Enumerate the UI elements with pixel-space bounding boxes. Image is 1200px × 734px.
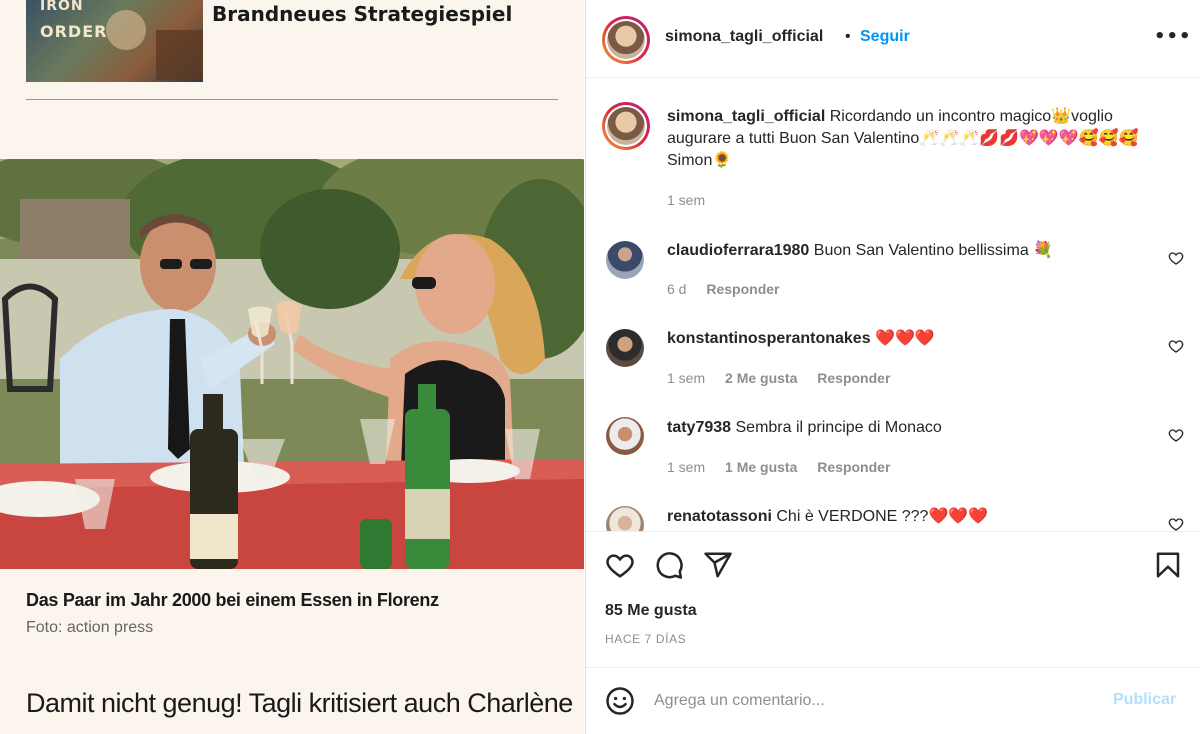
comment-likes[interactable]: 1 Me gusta — [725, 459, 797, 475]
photo-illustration — [0, 159, 584, 569]
bookmark-icon[interactable] — [1153, 550, 1183, 580]
thumb-text: IRON — [40, 0, 84, 14]
post-caption: simona_tagli_official Ricordando un inco… — [667, 106, 1167, 172]
comment-body: Sembra il principe di Monaco — [735, 419, 942, 436]
avatar — [607, 21, 645, 59]
comment-like-heart-icon[interactable] — [1168, 250, 1184, 266]
instagram-post-panel: simona_tagli_official • Seguir ••• simon… — [585, 0, 1200, 734]
comment-reply-button[interactable]: Responder — [817, 370, 890, 386]
post-actions: 85 Me gusta HACE 7 DÍAS — [586, 531, 1200, 667]
comment-text: claudioferrara1980 Buon San Valentino be… — [667, 240, 1053, 262]
heart-icon[interactable] — [605, 550, 635, 580]
comment-avatar[interactable] — [606, 417, 644, 455]
article-panel: IRON ORDER Brandneues Strategiespiel Das… — [0, 0, 584, 734]
comment-meta: 1 sem 2 Me gusta Responder — [667, 370, 906, 386]
comment-meta: 6 d Responder — [667, 281, 795, 297]
comment-body: Chi è VERDONE ???❤️❤️❤️ — [776, 508, 989, 525]
comment-reply-button[interactable]: Responder — [706, 281, 779, 297]
comment-like-heart-icon[interactable] — [1168, 338, 1184, 354]
article-photo — [0, 159, 584, 569]
caption-username[interactable]: simona_tagli_official — [667, 108, 825, 125]
caption-meta: 1 sem — [667, 192, 721, 208]
photo-caption: Das Paar im Jahr 2000 bei einem Essen in… — [26, 590, 439, 610]
comment-body: Buon San Valentino bellissima 💐 — [813, 242, 1054, 259]
comment-username[interactable]: claudioferrara1980 — [667, 242, 809, 259]
post-header: simona_tagli_official • Seguir ••• — [586, 0, 1200, 78]
comment-username[interactable]: taty7938 — [667, 419, 731, 436]
publish-button[interactable]: Publicar — [1113, 691, 1176, 709]
teaser-thumbnail[interactable]: IRON ORDER — [26, 0, 203, 82]
comment-time[interactable]: 1 sem — [667, 459, 705, 475]
comment-avatar[interactable] — [606, 506, 644, 531]
thumb-shape — [156, 30, 203, 80]
comment-avatar[interactable] — [606, 241, 644, 279]
comment-composer: Publicar — [586, 667, 1200, 734]
author-username[interactable]: simona_tagli_official — [665, 28, 823, 46]
divider — [26, 99, 558, 100]
article-subhead: Damit nicht genug! Tagli kritisiert auch… — [26, 688, 573, 718]
comment-body: ❤️❤️❤️ — [875, 330, 935, 347]
comment-time[interactable]: 6 d — [667, 281, 686, 297]
comment-username[interactable]: renatotassoni — [667, 508, 772, 525]
comment-input[interactable] — [654, 688, 1094, 714]
teaser-title[interactable]: Brandneues Strategiespiel — [212, 2, 512, 26]
more-options-icon[interactable]: ••• — [1154, 26, 1192, 47]
comment-username[interactable]: konstantinosperantonakes — [667, 330, 871, 347]
thumb-shape — [106, 10, 146, 50]
separator-dot: • — [845, 28, 851, 45]
emoji-icon[interactable] — [605, 686, 635, 716]
comment-like-heart-icon[interactable] — [1168, 427, 1184, 443]
comment-meta: 1 sem 1 Me gusta Responder — [667, 459, 906, 475]
thumb-text: ORDER — [40, 22, 108, 41]
author-avatar-ring[interactable] — [602, 16, 650, 64]
comment-time[interactable]: 1 sem — [667, 370, 705, 386]
comment-likes[interactable]: 2 Me gusta — [725, 370, 797, 386]
share-icon[interactable] — [703, 550, 733, 580]
avatar — [607, 107, 645, 145]
comments-list[interactable]: simona_tagli_official Ricordando un inco… — [586, 79, 1200, 531]
comment-text: renatotassoni Chi è VERDONE ???❤️❤️❤️ — [667, 506, 988, 528]
comment-icon[interactable] — [654, 550, 684, 580]
photo-credit: Foto: action press — [26, 619, 154, 636]
comment-like-heart-icon[interactable] — [1168, 516, 1184, 531]
post-timestamp[interactable]: HACE 7 DÍAS — [605, 632, 686, 646]
likes-count[interactable]: 85 Me gusta — [605, 602, 697, 620]
comment-reply-button[interactable]: Responder — [817, 459, 890, 475]
comment-avatar[interactable] — [606, 329, 644, 367]
follow-button[interactable]: Seguir — [860, 28, 910, 46]
caption-avatar[interactable] — [602, 102, 650, 150]
comment-text: taty7938 Sembra il principe di Monaco — [667, 417, 942, 439]
caption-time[interactable]: 1 sem — [667, 192, 705, 208]
comment-text: konstantinosperantonakes ❤️❤️❤️ — [667, 328, 935, 350]
